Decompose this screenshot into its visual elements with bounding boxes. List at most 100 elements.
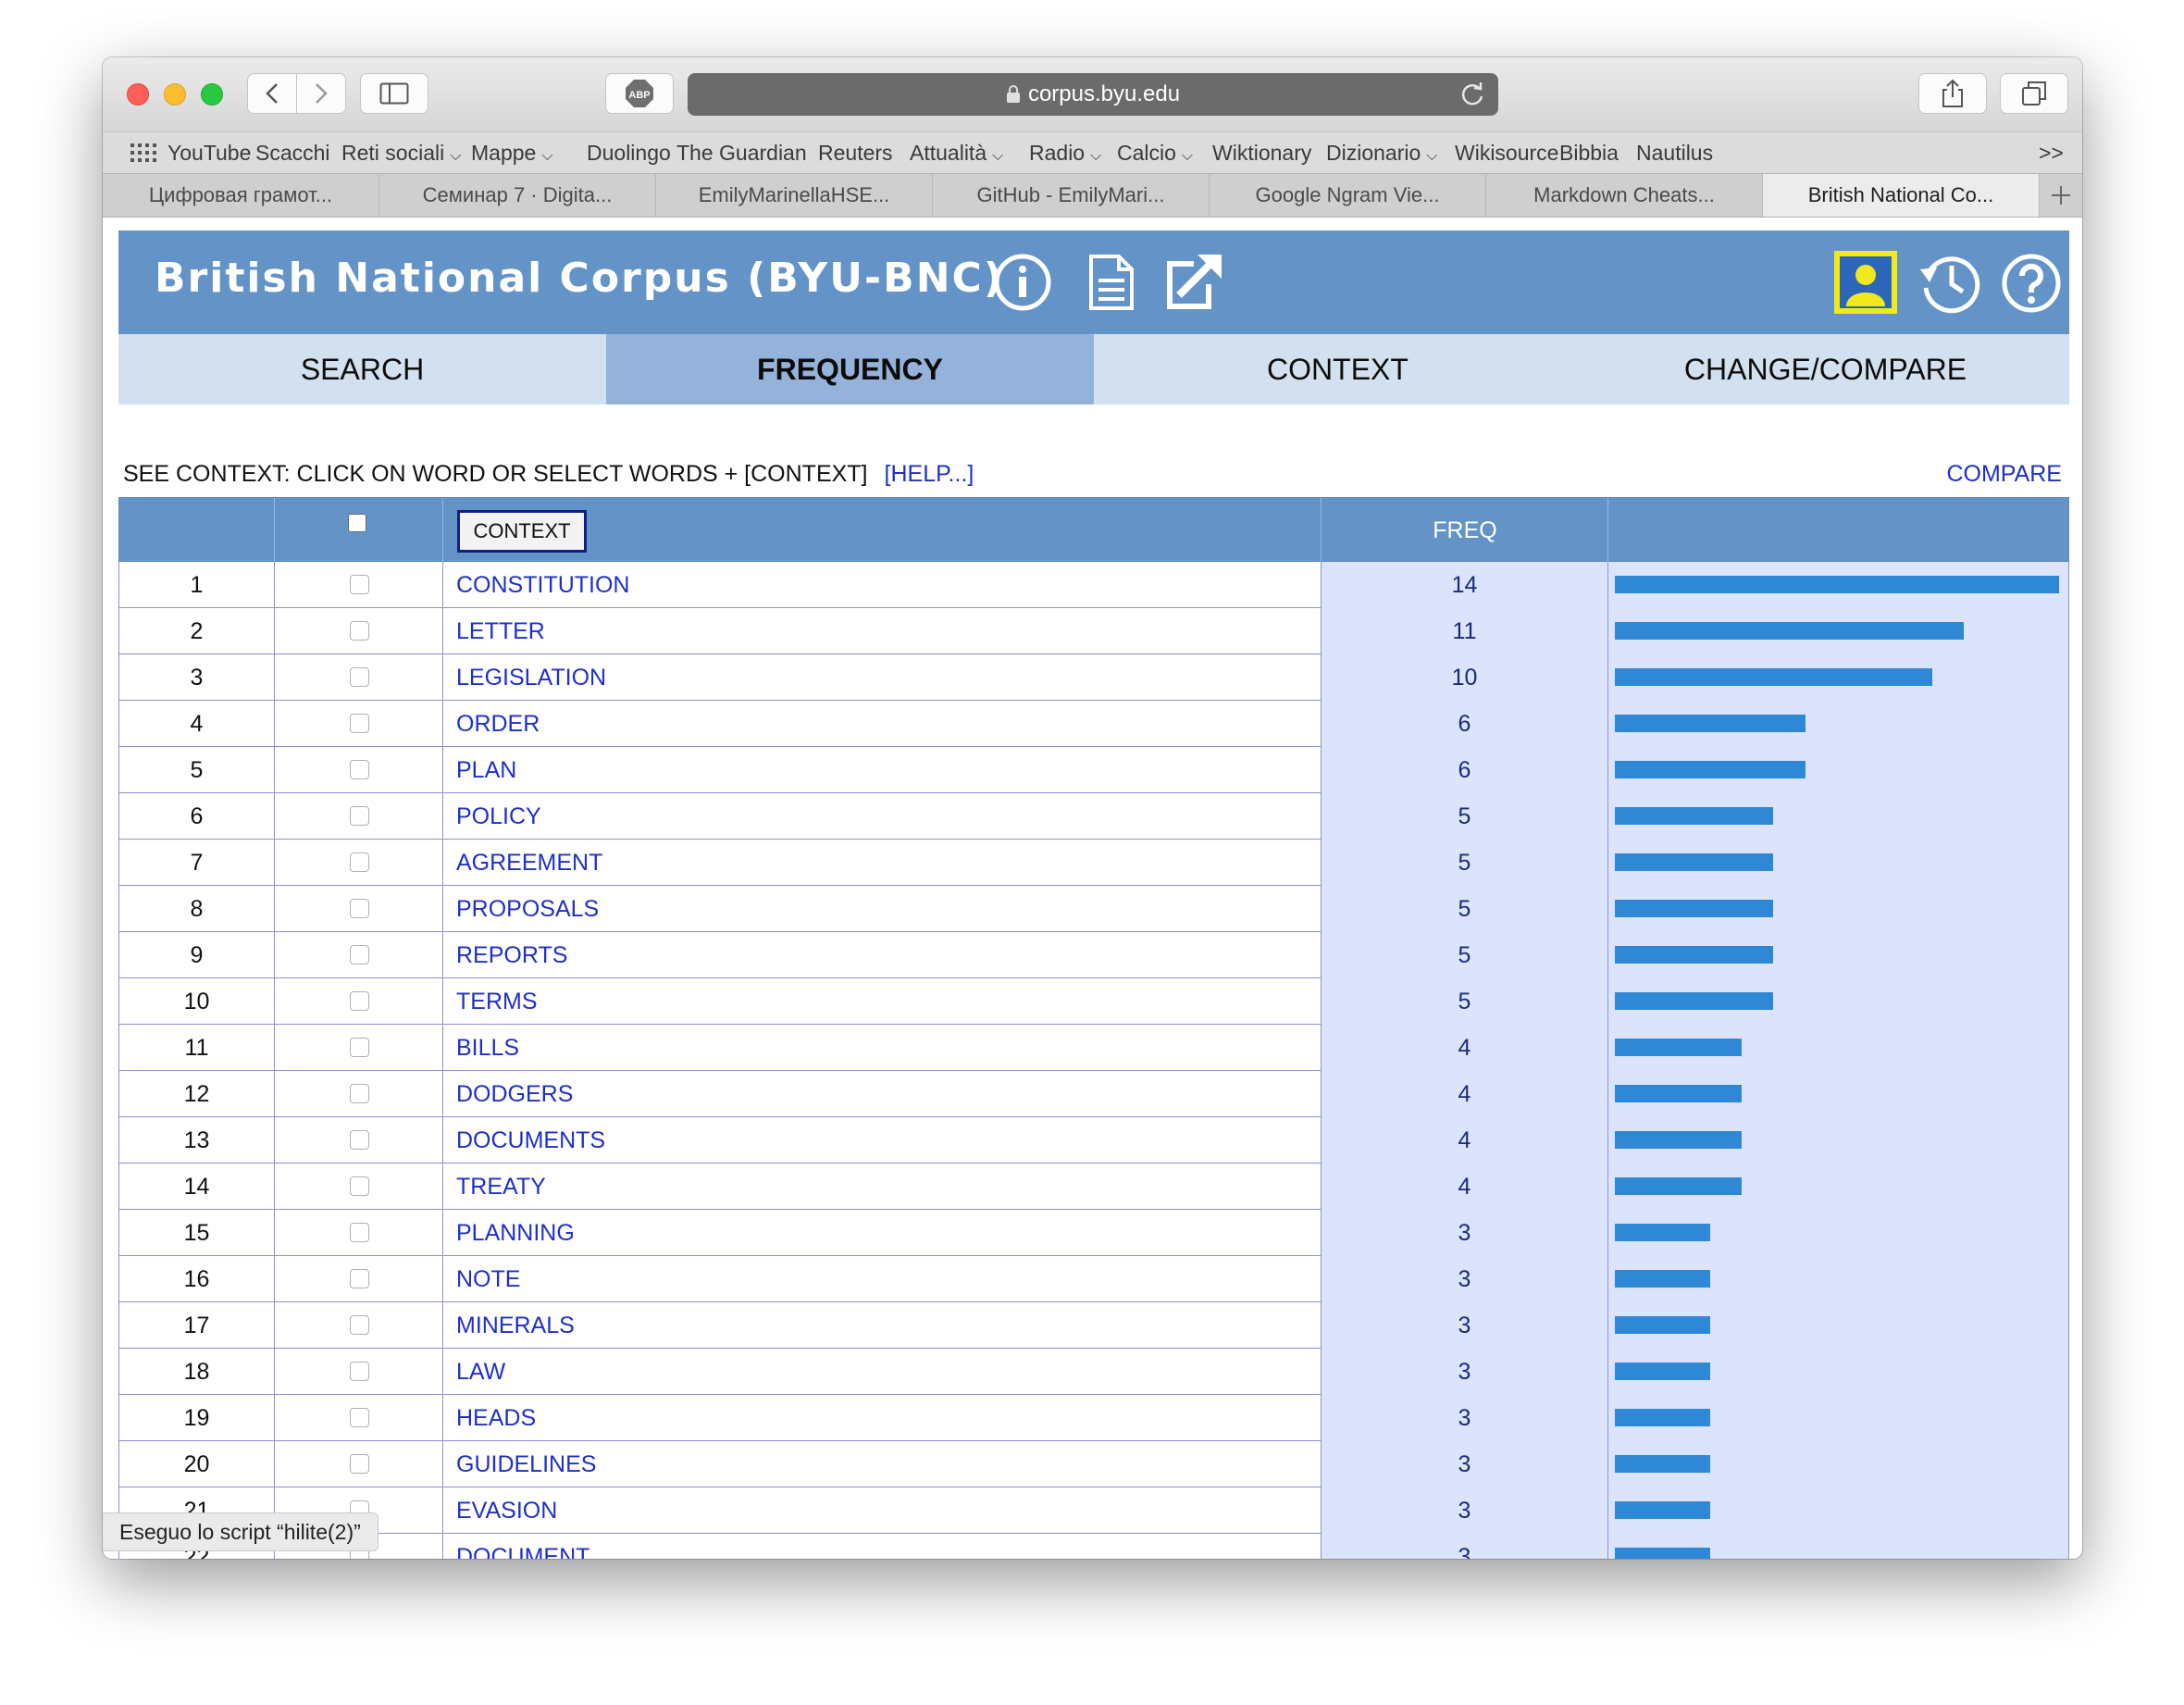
- instruction-text: SEE CONTEXT: CLICK ON WORD OR SELECT WOR…: [123, 461, 868, 487]
- bookmark-item[interactable]: Reti sociali ⌵: [341, 141, 461, 166]
- row-checkbox[interactable]: [350, 1454, 369, 1474]
- word-link[interactable]: TERMS: [456, 989, 538, 1015]
- row-checkbox[interactable]: [350, 1408, 369, 1427]
- word-link[interactable]: HEADS: [456, 1405, 536, 1432]
- browser-tab[interactable]: GitHub - EmilyMari...: [933, 174, 1210, 217]
- back-button[interactable]: [247, 73, 297, 114]
- bookmark-item[interactable]: Calcio ⌵: [1117, 141, 1193, 166]
- site-title[interactable]: British National Corpus (BYU-BNC): [155, 255, 1004, 302]
- row-checkbox[interactable]: [350, 806, 369, 826]
- bookmark-item[interactable]: Reuters: [818, 141, 893, 166]
- browser-tab[interactable]: British National Co...: [1763, 174, 2040, 217]
- history-icon[interactable]: [1917, 251, 1981, 314]
- bookmark-item[interactable]: Nautilus: [1636, 141, 1713, 166]
- sidebar-button[interactable]: [360, 73, 428, 114]
- bookmark-item[interactable]: Scacchi: [255, 141, 330, 166]
- word-link[interactable]: DOCUMENTS: [456, 1127, 605, 1154]
- bookmark-item[interactable]: Dizionario ⌵: [1326, 141, 1437, 166]
- word-link[interactable]: NOTE: [456, 1266, 520, 1293]
- word-link[interactable]: REPORTS: [456, 942, 567, 969]
- browser-tab[interactable]: Цифровая грамот...: [103, 174, 379, 217]
- word-link[interactable]: GUIDELINES: [456, 1451, 596, 1478]
- word-cell: TERMS: [442, 978, 1321, 1025]
- select-all-checkbox[interactable]: [348, 514, 366, 532]
- row-checkbox[interactable]: [350, 714, 369, 733]
- row-checkbox[interactable]: [350, 621, 369, 641]
- select-cell: [274, 1256, 442, 1302]
- close-window-button[interactable]: [127, 83, 149, 106]
- info-icon[interactable]: [993, 253, 1052, 312]
- forward-button[interactable]: [296, 73, 346, 114]
- word-link[interactable]: LETTER: [456, 618, 545, 645]
- word-link[interactable]: CONSTITUTION: [456, 572, 630, 599]
- nav-frequency[interactable]: FREQUENCY: [606, 334, 1094, 404]
- row-checkbox[interactable]: [350, 1038, 369, 1057]
- bookmark-item[interactable]: Radio ⌵: [1029, 141, 1101, 166]
- grid-icon[interactable]: [130, 143, 158, 164]
- address-bar[interactable]: corpus.byu.edu: [688, 73, 1498, 116]
- nav-context[interactable]: CONTEXT: [1094, 334, 1582, 404]
- minimize-window-button[interactable]: [164, 83, 186, 106]
- row-checkbox[interactable]: [350, 1362, 369, 1381]
- bookmark-item[interactable]: Duolingo: [587, 141, 671, 166]
- user-button[interactable]: [1834, 251, 1897, 314]
- word-link[interactable]: MINERALS: [456, 1313, 575, 1339]
- tab-overview-button[interactable]: [2000, 73, 2068, 114]
- row-checkbox[interactable]: [350, 1269, 369, 1288]
- word-link[interactable]: PROPOSALS: [456, 896, 599, 923]
- bookmarks-more-button[interactable]: >>: [2039, 141, 2064, 166]
- bar-cell: [1607, 1487, 2069, 1534]
- bookmark-item[interactable]: Bibbia: [1559, 141, 1619, 166]
- row-checkbox[interactable]: [350, 945, 369, 965]
- row-checkbox[interactable]: [350, 1176, 369, 1196]
- word-link[interactable]: LAW: [456, 1359, 505, 1386]
- word-link[interactable]: LEGISLATION: [456, 665, 606, 691]
- select-cell: [274, 886, 442, 932]
- word-link[interactable]: ORDER: [456, 711, 540, 738]
- word-link[interactable]: DODGERS: [456, 1081, 573, 1108]
- browser-tab[interactable]: Markdown Cheats...: [1486, 174, 1763, 217]
- word-link[interactable]: POLICY: [456, 803, 541, 830]
- help-icon[interactable]: [2001, 253, 2062, 314]
- browser-tab[interactable]: Google Ngram Vie...: [1210, 174, 1486, 217]
- nav-search[interactable]: SEARCH: [118, 334, 606, 404]
- new-tab-button[interactable]: [2040, 174, 2082, 217]
- row-checkbox[interactable]: [350, 1130, 369, 1150]
- help-link[interactable]: [HELP...]: [885, 461, 974, 487]
- row-checkbox[interactable]: [350, 899, 369, 918]
- nav-change-compare[interactable]: CHANGE/COMPARE: [1582, 334, 2069, 404]
- external-link-icon[interactable]: [1162, 253, 1223, 312]
- row-checkbox[interactable]: [350, 575, 369, 594]
- bookmark-item[interactable]: Attualità ⌵: [910, 141, 1003, 166]
- row-checkbox[interactable]: [350, 1084, 369, 1103]
- bookmark-item[interactable]: YouTube: [168, 141, 251, 166]
- bookmark-item[interactable]: The Guardian: [676, 141, 807, 166]
- browser-tab[interactable]: EmilyMarinellaHSE...: [656, 174, 933, 217]
- context-button[interactable]: CONTEXT: [457, 510, 587, 553]
- row-checkbox[interactable]: [350, 991, 369, 1011]
- share-button[interactable]: [1918, 73, 1987, 114]
- word-link[interactable]: EVASION: [456, 1498, 557, 1525]
- row-checkbox[interactable]: [350, 667, 369, 687]
- compare-link[interactable]: COMPARE: [1946, 461, 2062, 488]
- select-cell: [274, 978, 442, 1025]
- adblock-button[interactable]: ABP: [605, 73, 674, 114]
- row-checkbox[interactable]: [350, 1223, 369, 1242]
- bookmark-item[interactable]: Wikisource: [1455, 141, 1558, 166]
- word-link[interactable]: AGREEMENT: [456, 850, 602, 877]
- word-link[interactable]: PLAN: [456, 757, 516, 784]
- bookmark-item[interactable]: Wiktionary: [1212, 141, 1311, 166]
- row-checkbox[interactable]: [350, 760, 369, 779]
- word-link[interactable]: BILLS: [456, 1035, 519, 1062]
- browser-tab[interactable]: Семинар 7 · Digita...: [379, 174, 656, 217]
- row-checkbox[interactable]: [350, 852, 369, 872]
- word-link[interactable]: TREATY: [456, 1174, 546, 1201]
- word-link[interactable]: PLANNING: [456, 1220, 575, 1247]
- bookmark-item[interactable]: Mappe ⌵: [471, 141, 552, 166]
- bookmark-label: Bibbia: [1559, 141, 1619, 165]
- zoom-window-button[interactable]: [201, 83, 223, 106]
- word-link[interactable]: DOCUMENT: [456, 1544, 589, 1559]
- row-checkbox[interactable]: [350, 1315, 369, 1335]
- reload-icon[interactable]: [1459, 81, 1485, 107]
- document-icon[interactable]: [1086, 253, 1137, 312]
